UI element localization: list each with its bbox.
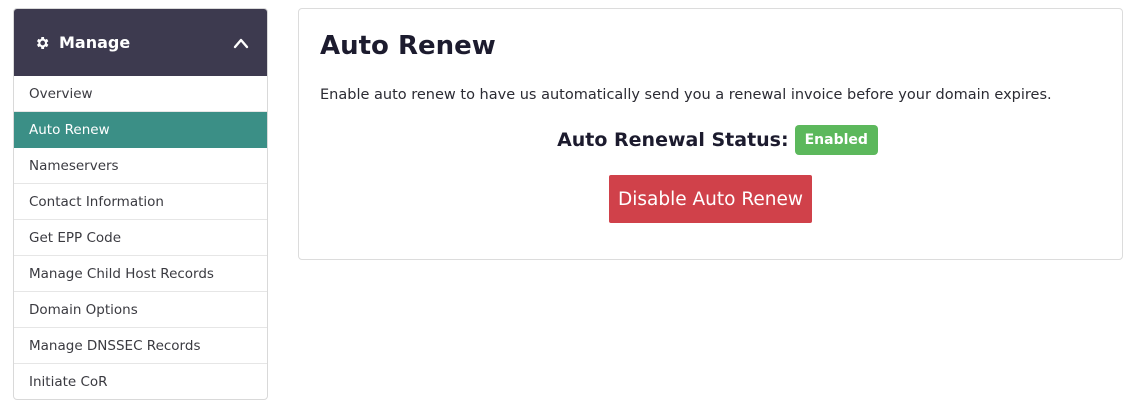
sidebar-item-get-epp-code[interactable]: Get EPP Code [14,220,267,256]
status-label: Auto Renewal Status: [557,129,789,151]
sidebar-item-nameservers[interactable]: Nameservers [14,148,267,184]
sidebar-header[interactable]: Manage [14,9,267,76]
manage-sidebar: Manage Overview Auto Renew Nameservers C… [13,8,268,400]
status-badge: Enabled [794,125,878,155]
auto-renew-description: Enable auto renew to have us automatical… [320,87,1052,103]
sidebar-item-overview[interactable]: Overview [14,76,267,112]
sidebar-item-auto-renew[interactable]: Auto Renew [14,112,267,148]
sidebar-item-contact-information[interactable]: Contact Information [14,184,267,220]
disable-auto-renew-button[interactable]: Disable Auto Renew [609,175,812,223]
sidebar-title: Manage [59,33,131,52]
auto-renewal-status-row: Auto Renewal Status: Enabled [299,125,1122,155]
sidebar-nav: Overview Auto Renew Nameservers Contact … [14,76,267,399]
auto-renew-panel: Auto Renew Enable auto renew to have us … [298,8,1123,260]
sidebar-item-domain-options[interactable]: Domain Options [14,292,267,328]
chevron-up-icon[interactable] [233,37,249,49]
sidebar-item-initiate-cor[interactable]: Initiate CoR [14,364,267,399]
page-title: Auto Renew [320,31,496,61]
sidebar-item-manage-dnssec-records[interactable]: Manage DNSSEC Records [14,328,267,364]
sidebar-item-manage-child-host-records[interactable]: Manage Child Host Records [14,256,267,292]
gear-icon [37,36,49,49]
